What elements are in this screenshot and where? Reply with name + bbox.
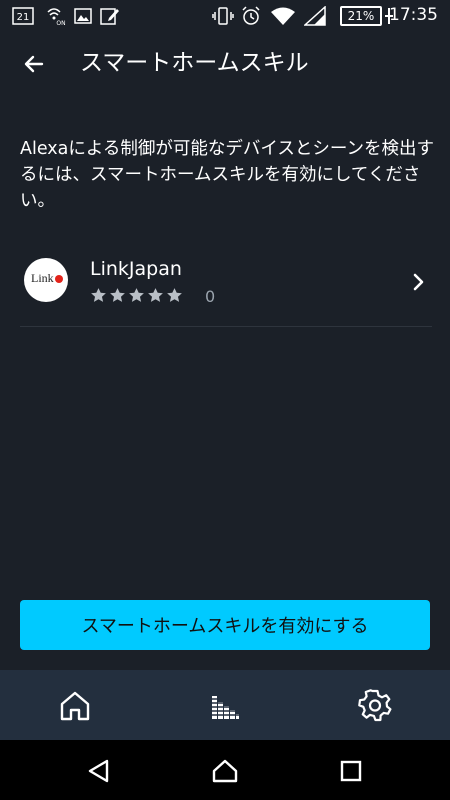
battery-icon: 21% [340,6,382,26]
page-title: スマートホームスキル [80,50,309,76]
enable-skill-button[interactable]: スマートホームスキルを有効にする [20,600,430,650]
rating-count: 0 [205,287,216,306]
linkjapan-logo: Link [24,258,68,302]
status-bar: 21 ON 21% 17:35 [0,0,450,32]
system-nav-bar [0,740,450,800]
skill-name: LinkJapan [90,258,182,280]
star-rating [90,287,183,304]
wifi-calling-icon: ON [47,8,66,26]
battery-percent: 21% [347,9,375,23]
system-recents-icon[interactable] [338,758,364,784]
star-icon [148,288,163,302]
status-time: 17:35 [389,5,438,25]
bottom-nav [0,670,450,740]
settings-icon[interactable] [357,688,393,724]
back-button[interactable] [14,44,54,84]
system-home-icon[interactable] [212,758,238,784]
skill-list-item[interactable]: Link LinkJapan 0 [20,250,432,327]
edit-icon [100,8,119,25]
home-icon[interactable] [57,688,93,724]
alarm-icon [242,6,260,25]
logo-dot [55,275,63,283]
svg-text:ON: ON [56,20,65,26]
chevron-right-icon [413,273,424,291]
back-arrow-icon [24,55,44,73]
logo-text: Link [31,271,54,285]
notification-21-icon: 21 [12,7,34,25]
svg-text:21: 21 [17,12,30,23]
star-icon [91,288,106,302]
app-bar: スマートホームスキル [0,32,450,96]
system-back-icon[interactable] [86,758,112,784]
star-icon [167,288,182,302]
image-icon [74,8,92,24]
activity-icon[interactable] [207,688,243,724]
vibrate-icon [212,7,234,25]
signal-icon [304,6,326,26]
star-icon [110,288,125,302]
wifi-icon [271,7,295,25]
star-icon [129,288,144,302]
description-text: Alexaによる制御が可能なデバイスとシーンを検出するには、スマートホームスキル… [20,139,434,211]
screen: 21 ON 21% 17:35 スマートホームスキル Alexaによる制御が可能… [0,0,450,800]
